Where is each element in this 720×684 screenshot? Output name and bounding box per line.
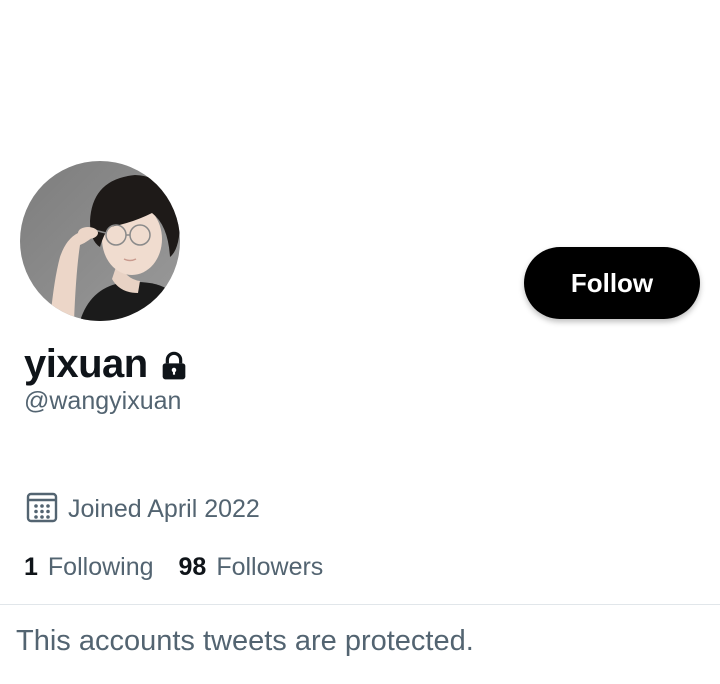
followers-link[interactable]: 98 Followers (179, 553, 324, 582)
handle: @wangyixuan (24, 387, 182, 415)
joined-text: Joined April 2022 (68, 494, 260, 523)
following-link[interactable]: 1 Following (24, 553, 154, 582)
stats-row: 1 Following 98 Followers (24, 549, 348, 585)
profile-page: Follow yixuan @wangyixuan Joined April 2… (0, 0, 720, 684)
calendar-icon (26, 491, 58, 528)
lock-icon (158, 350, 190, 382)
followers-label: Followers (216, 552, 324, 581)
avatar[interactable] (20, 161, 180, 321)
follow-button[interactable]: Follow (524, 247, 700, 319)
following-count: 1 (24, 552, 38, 581)
protected-notice: This accounts tweets are protected. (16, 625, 474, 657)
divider (0, 604, 720, 605)
avatar-image (20, 161, 180, 321)
joined-date: Joined April 2022 (26, 492, 260, 526)
display-name-row: yixuan (24, 336, 190, 392)
display-name: yixuan (24, 341, 148, 386)
followers-count: 98 (178, 552, 207, 581)
following-label: Following (47, 552, 154, 581)
